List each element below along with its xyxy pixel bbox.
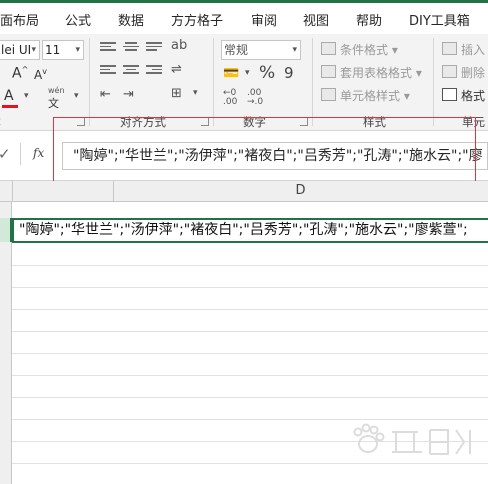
row-line <box>12 331 488 332</box>
font-size-select[interactable]: 11 ▾ <box>42 40 84 60</box>
wrap-text-icon[interactable]: ⇌ <box>171 62 182 77</box>
ribbon: lei UI ▾ 11 ▾ A^ Av A ▾ wén文 ▾ t ab ⇌ ⇤ … <box>0 34 488 131</box>
shrink-font-label: A <box>34 68 43 82</box>
format-as-table-label: 套用表格格式 <box>340 66 413 80</box>
alignment-group-label: 对齐方式 <box>120 115 166 129</box>
row-line <box>12 309 488 310</box>
increase-decimal-icon[interactable]: ←0.00 <box>223 89 237 107</box>
format-button[interactable]: 格式 <box>442 87 485 104</box>
row-line <box>12 375 488 376</box>
currency-dropdown-icon[interactable]: ▾ <box>245 68 250 78</box>
format-as-table-button[interactable]: 套用表格格式 ▾ <box>321 64 422 81</box>
delete-label: 删除 <box>461 66 486 80</box>
font-group-label: t <box>0 114 1 128</box>
group-divider <box>213 38 214 126</box>
insert-label: 插入 <box>461 43 486 57</box>
chevron-down-icon: ▾ <box>31 45 36 55</box>
tab-help[interactable]: 帮助 <box>356 10 382 29</box>
row-line <box>12 265 488 266</box>
merge-dropdown-icon[interactable]: ▾ <box>193 88 198 98</box>
alignment-dialog-launcher-icon[interactable] <box>201 118 209 126</box>
column-header-row: D <box>0 181 488 202</box>
font-size-value: 11 <box>45 43 61 57</box>
comma-style-button[interactable]: 9 <box>284 64 294 82</box>
conditional-format-icon <box>321 42 336 55</box>
insert-icon <box>442 42 457 55</box>
format-icon <box>442 88 457 101</box>
tab-review[interactable]: 审阅 <box>251 10 277 29</box>
font-color-dropdown-icon[interactable]: ▾ <box>24 91 29 101</box>
tab-fangfang[interactable]: 方方格子 <box>171 10 223 29</box>
shrink-font-button[interactable]: Av <box>34 67 47 82</box>
row-header-strip <box>0 202 12 484</box>
conditional-format-label: 条件格式 <box>340 43 389 57</box>
active-cell-d[interactable]: "陶婷";"华世兰";"汤伊萍";"褚夜白";"吕秀芳";"孔涛";"施水云";… <box>12 218 488 243</box>
tab-page-layout[interactable]: 面布局 <box>0 10 39 29</box>
divider <box>20 143 21 165</box>
font-name-select[interactable]: lei UI ▾ <box>0 40 40 60</box>
merge-center-icon[interactable]: ⊞ <box>171 86 182 101</box>
font-color-label: A <box>4 88 14 104</box>
decrease-indent-icon[interactable]: ⇤ <box>100 87 111 102</box>
insert-function-icon[interactable]: fx <box>33 146 44 160</box>
number-group-label: 数字 <box>243 115 266 129</box>
decrease-decimal-icon[interactable]: .00 →.0 <box>247 89 263 107</box>
watermark-logo <box>353 423 471 455</box>
align-bottom-icon[interactable] <box>146 42 162 54</box>
align-right-icon[interactable] <box>146 65 162 77</box>
align-left-icon[interactable] <box>100 65 116 77</box>
cell-styles-label: 单元格样式 <box>340 89 401 103</box>
insert-button[interactable]: 插入 <box>442 41 485 58</box>
font-color-button[interactable]: A <box>2 88 18 108</box>
active-row-header[interactable] <box>0 218 12 242</box>
phonetic-dropdown-icon[interactable]: ▾ <box>74 91 79 101</box>
tab-formulas[interactable]: 公式 <box>65 10 91 29</box>
group-divider <box>312 38 313 126</box>
align-middle-icon[interactable] <box>123 42 139 54</box>
column-header-d[interactable]: D <box>113 181 488 201</box>
delete-icon <box>442 65 457 78</box>
group-divider <box>89 38 90 126</box>
font-dialog-launcher-icon[interactable] <box>77 118 85 126</box>
format-label: 格式 <box>461 89 486 103</box>
chevron-down-icon: ▾ <box>292 45 297 55</box>
cell-styles-icon <box>321 88 336 101</box>
phonetic-button[interactable]: wén 文 <box>48 86 65 111</box>
ribbon-tabs: 面布局 公式 数据 方方格子 审阅 视图 帮助 DIY工具箱 <box>0 0 488 34</box>
formula-input[interactable]: "陶婷";"华世兰";"汤伊萍";"褚夜白";"吕秀芳";"孔涛";"施水云";… <box>62 142 488 170</box>
grow-font-label: A <box>12 65 22 82</box>
orientation-icon[interactable]: ab <box>171 38 187 53</box>
number-dialog-launcher-icon[interactable] <box>300 118 308 126</box>
divider <box>12 181 13 201</box>
font-name-value: lei UI <box>1 43 32 57</box>
styles-group-label: 样式 <box>363 115 386 129</box>
row-line <box>12 397 488 398</box>
tab-diy-toolbox[interactable]: DIY工具箱 <box>409 10 470 29</box>
phonetic-label: wén <box>48 86 65 95</box>
tab-data[interactable]: 数据 <box>118 10 144 29</box>
formula-bar-buttons: ✓ fx <box>0 131 62 180</box>
number-format-value: 常规 <box>224 43 249 57</box>
delete-button[interactable]: 删除 <box>442 64 485 81</box>
grow-font-button[interactable]: A^ <box>12 65 28 82</box>
cell-styles-button[interactable]: 单元格样式 ▾ <box>321 87 410 104</box>
row-line <box>12 353 488 354</box>
align-center-icon[interactable] <box>123 65 139 77</box>
number-format-select[interactable]: 常规 ▾ <box>221 40 301 60</box>
tab-view[interactable]: 视图 <box>303 10 329 29</box>
enter-check-icon[interactable]: ✓ <box>0 145 11 163</box>
cells-group-label: 单元 <box>462 115 485 129</box>
increase-indent-icon[interactable]: ⇥ <box>123 87 134 102</box>
formula-bar: ✓ fx "陶婷";"华世兰";"汤伊萍";"褚夜白";"吕秀芳";"孔涛";"… <box>0 131 488 181</box>
row-line <box>12 287 488 288</box>
chevron-down-icon: ▾ <box>75 45 80 55</box>
currency-format-icon[interactable]: 💳 <box>223 66 239 81</box>
table-icon <box>321 65 336 78</box>
percent-style-button[interactable]: % <box>259 63 275 83</box>
group-divider <box>433 38 434 126</box>
align-top-icon[interactable] <box>100 42 116 54</box>
conditional-format-button[interactable]: 条件格式 ▾ <box>321 41 398 58</box>
font-color-swatch <box>2 105 18 108</box>
